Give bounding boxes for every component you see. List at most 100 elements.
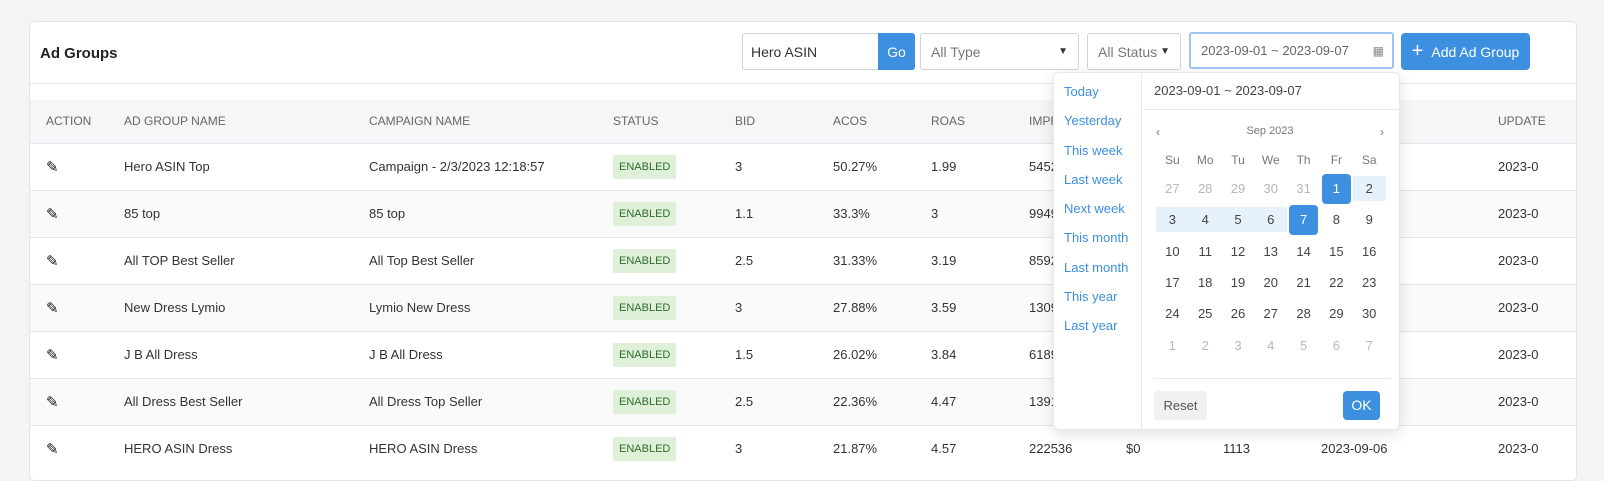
calendar-day[interactable]: 31 xyxy=(1287,176,1320,201)
reset-button[interactable]: Reset xyxy=(1154,391,1207,420)
calendar-day[interactable]: 6 xyxy=(1254,207,1288,233)
calendar-day[interactable]: 29 xyxy=(1320,301,1353,326)
range-this-week[interactable]: This week xyxy=(1054,142,1141,171)
campaign-name: J B All Dress xyxy=(353,330,597,378)
col-roas[interactable]: ROAS xyxy=(915,100,1013,143)
weekday-label: Tu xyxy=(1231,153,1245,167)
calendar-day[interactable]: 10 xyxy=(1156,239,1189,264)
calendar-day[interactable]: 4 xyxy=(1188,207,1222,233)
bid-value: 3 xyxy=(719,142,817,190)
calendar-day[interactable]: 2 xyxy=(1189,333,1222,358)
selected-range-text: 2023-09-01 ~ 2023-09-07 xyxy=(1154,83,1302,98)
campaign-name: 85 top xyxy=(353,189,597,237)
date-range-input[interactable]: 2023-09-01 ~ 2023-09-07 ▦ xyxy=(1189,32,1394,69)
col-status[interactable]: STATUS xyxy=(597,100,719,143)
add-ad-group-button[interactable]: + Add Ad Group xyxy=(1401,33,1530,70)
divider xyxy=(1154,378,1391,379)
roas-value: 3.84 xyxy=(915,330,1013,378)
acos-value: 31.33% xyxy=(817,236,915,284)
status-select[interactable]: All Status ▼ xyxy=(1087,33,1181,70)
calendar-day[interactable]: 1 xyxy=(1156,333,1189,358)
campaign-name: All Dress Top Seller xyxy=(353,377,597,425)
update-value: 2023-0 xyxy=(1482,236,1576,284)
update-value: 2023-0 xyxy=(1482,377,1576,425)
search-input[interactable] xyxy=(742,33,879,70)
calendar-day[interactable]: 22 xyxy=(1320,270,1353,295)
calendar-day[interactable]: 21 xyxy=(1287,270,1320,295)
col-update[interactable]: UPDATE xyxy=(1482,100,1576,143)
calendar-day[interactable]: 4 xyxy=(1254,333,1287,358)
col-action[interactable]: ACTION xyxy=(30,100,108,143)
next-month-icon[interactable]: › xyxy=(1380,125,1384,139)
calendar-day[interactable]: 20 xyxy=(1254,270,1287,295)
range-today[interactable]: Today xyxy=(1054,83,1141,112)
col-bid[interactable]: BID xyxy=(719,100,817,143)
bid-value: 3 xyxy=(719,424,817,472)
range-last-year[interactable]: Last year xyxy=(1054,317,1141,346)
range-this-year[interactable]: This year xyxy=(1054,288,1141,317)
roas-value: 4.47 xyxy=(915,377,1013,425)
chevron-down-icon: ▼ xyxy=(1058,46,1068,57)
acos-value: 33.3% xyxy=(817,189,915,237)
calendar-day[interactable]: 25 xyxy=(1189,301,1222,326)
calendar-day[interactable]: 11 xyxy=(1189,239,1222,264)
calendar-day[interactable]: 27 xyxy=(1254,301,1287,326)
prev-month-icon[interactable]: ‹ xyxy=(1156,125,1160,139)
calendar-day[interactable]: 8 xyxy=(1320,207,1353,232)
edit-pencil-icon[interactable]: ✎ xyxy=(46,253,59,270)
calendar-week: 24 25 26 27 28 29 30 xyxy=(1156,298,1386,329)
calendar-week: 1 2 3 4 5 6 7 xyxy=(1156,329,1386,360)
go-button[interactable]: Go xyxy=(878,33,915,70)
chevron-down-icon: ▼ xyxy=(1160,46,1170,57)
calendar-day[interactable]: 28 xyxy=(1189,176,1222,201)
calendar-day[interactable]: 19 xyxy=(1222,270,1255,295)
calendar-day-range-end[interactable]: 7 xyxy=(1289,204,1318,235)
edit-pencil-icon[interactable]: ✎ xyxy=(46,300,59,317)
calendar-day-range-start[interactable]: 1 xyxy=(1321,173,1351,204)
calendar-day[interactable]: 16 xyxy=(1353,239,1386,264)
weekday-label: Th xyxy=(1296,153,1311,167)
calendar-day[interactable]: 18 xyxy=(1189,270,1222,295)
edit-pencil-icon[interactable]: ✎ xyxy=(46,347,59,364)
ad-group-name: 85 top xyxy=(108,189,353,237)
campaign-name: Campaign - 2/3/2023 12:18:57 xyxy=(353,142,597,190)
edit-pencil-icon[interactable]: ✎ xyxy=(46,206,59,223)
calendar-day[interactable]: 5 xyxy=(1221,207,1255,233)
ok-button[interactable]: OK xyxy=(1343,391,1380,420)
calendar-day[interactable]: 29 xyxy=(1222,176,1255,201)
col-acos[interactable]: ACOS xyxy=(817,100,915,143)
calendar-day[interactable]: 7 xyxy=(1353,333,1386,358)
type-select[interactable]: All Type ▼ xyxy=(920,33,1079,70)
calendar-day[interactable]: 3 xyxy=(1156,207,1189,233)
calendar-day[interactable]: 30 xyxy=(1254,176,1287,201)
calendar-day[interactable]: 13 xyxy=(1254,239,1287,264)
calendar-day[interactable]: 2 xyxy=(1352,176,1386,202)
calendar-day[interactable]: 24 xyxy=(1156,301,1189,326)
calendar-day[interactable]: 28 xyxy=(1287,301,1320,326)
calendar-day[interactable]: 26 xyxy=(1222,301,1255,326)
bid-value: 3 xyxy=(719,283,817,331)
range-yesterday[interactable]: Yesterday xyxy=(1054,112,1141,141)
calendar-day[interactable]: 9 xyxy=(1353,207,1386,232)
calendar-day[interactable]: 27 xyxy=(1156,176,1189,201)
calendar-day[interactable]: 6 xyxy=(1320,333,1353,358)
calendar-day[interactable]: 14 xyxy=(1287,239,1320,264)
range-last-month[interactable]: Last month xyxy=(1054,259,1141,288)
edit-pencil-icon[interactable]: ✎ xyxy=(46,394,59,411)
ad-group-name: New Dress Lymio xyxy=(108,283,353,331)
range-this-month[interactable]: This month xyxy=(1054,229,1141,258)
range-next-week[interactable]: Next week xyxy=(1054,200,1141,229)
range-last-week[interactable]: Last week xyxy=(1054,171,1141,200)
calendar-day[interactable]: 23 xyxy=(1353,270,1386,295)
calendar-day[interactable]: 5 xyxy=(1287,333,1320,358)
col-ad-group-name[interactable]: AD GROUP NAME xyxy=(108,100,353,143)
calendar-day[interactable]: 15 xyxy=(1320,239,1353,264)
calendar-week: 10 11 12 13 14 15 16 xyxy=(1156,236,1386,267)
calendar-day[interactable]: 30 xyxy=(1353,301,1386,326)
col-campaign-name[interactable]: CAMPAIGN NAME xyxy=(353,100,597,143)
calendar-day[interactable]: 12 xyxy=(1222,239,1255,264)
calendar-day[interactable]: 17 xyxy=(1156,270,1189,295)
calendar-day[interactable]: 3 xyxy=(1222,333,1255,358)
edit-pencil-icon[interactable]: ✎ xyxy=(46,159,59,176)
edit-pencil-icon[interactable]: ✎ xyxy=(46,441,59,458)
